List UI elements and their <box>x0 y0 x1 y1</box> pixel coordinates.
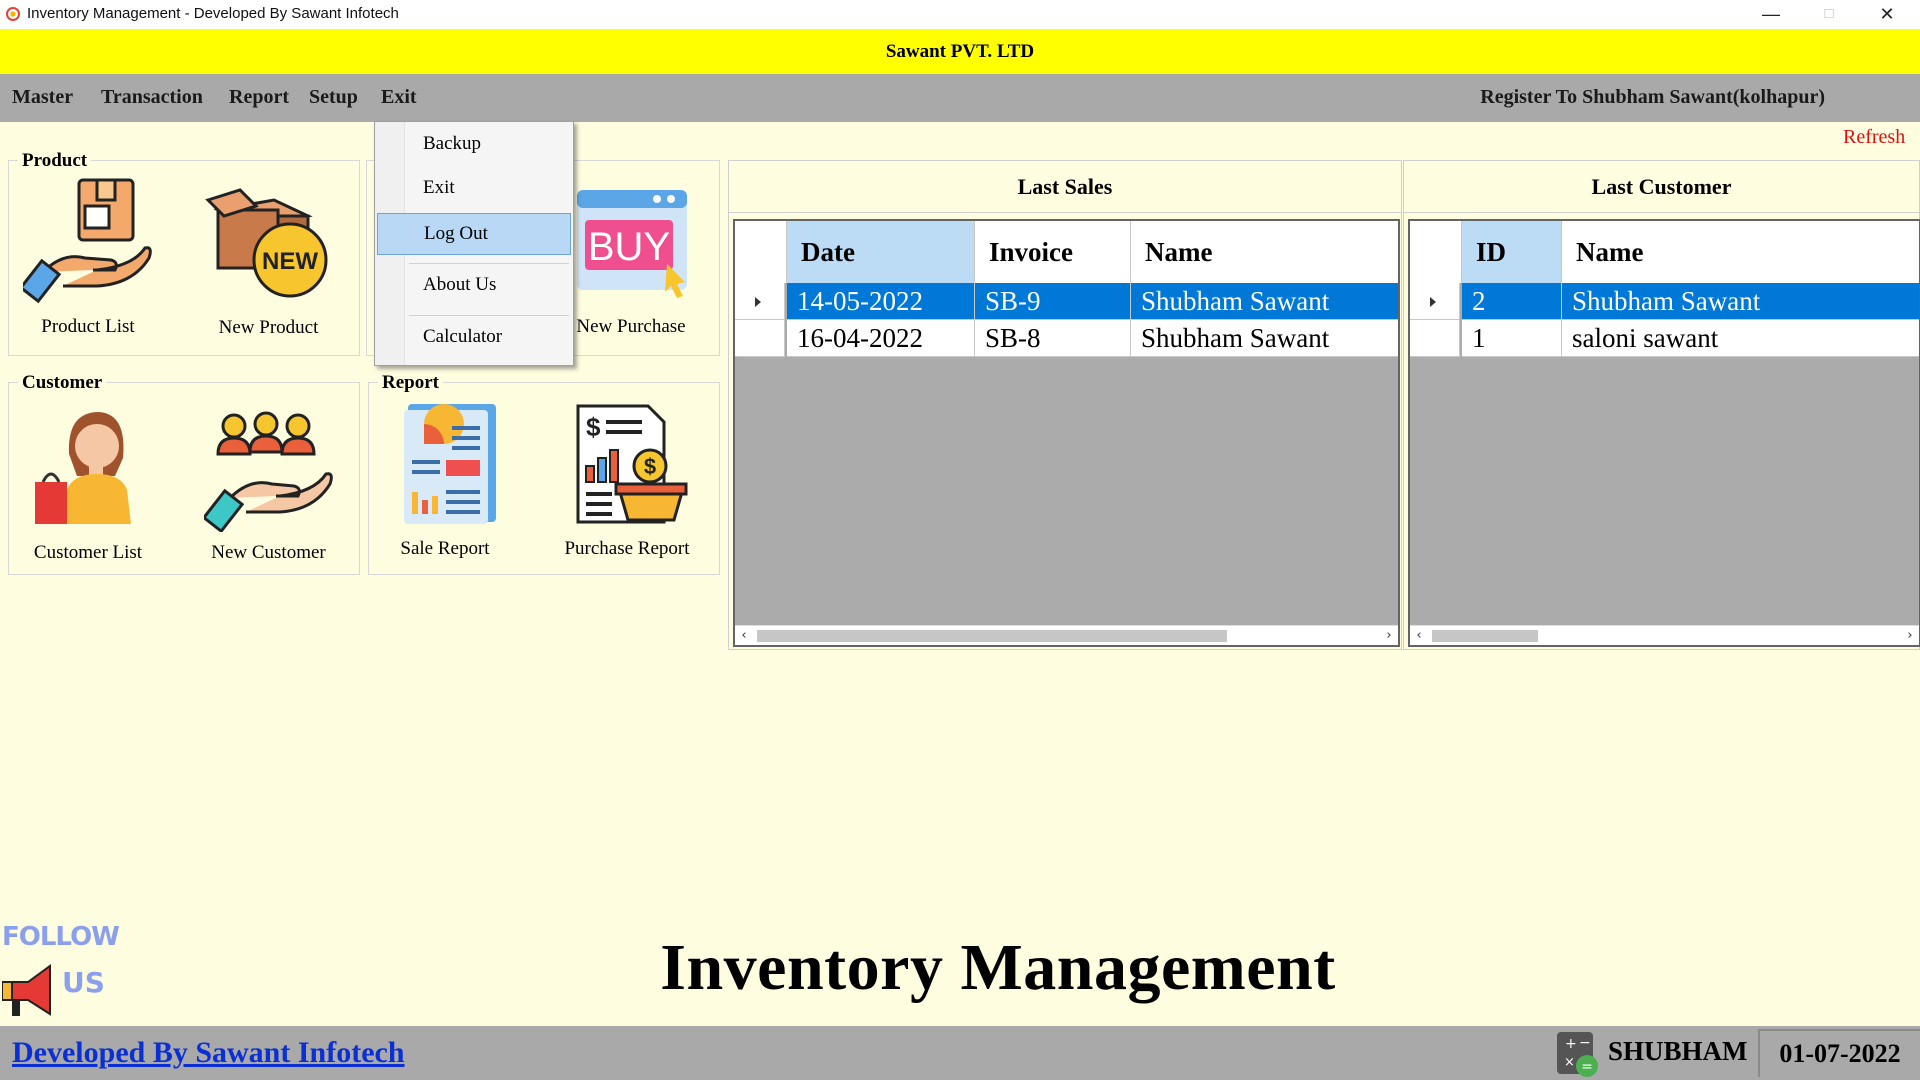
buy-icon: BUY <box>577 190 687 298</box>
customer-list-tile[interactable]: Customer List <box>18 400 158 565</box>
svg-text:BUY: BUY <box>588 225 670 269</box>
scroll-thumb[interactable] <box>757 630 1227 642</box>
report-group-title: Report <box>378 372 443 394</box>
status-bar: Developed By Sawant Infotech + − × = SHU… <box>0 1026 1920 1080</box>
cell-date: 16-04-2022 <box>787 320 975 357</box>
row-pointer-icon <box>1430 297 1436 307</box>
last-customer-title: Last Customer <box>1404 161 1919 213</box>
cell-id: 2 <box>1462 283 1562 320</box>
exit-dropdown-menu: Backup Exit Log Out About Us Calculator <box>374 121 574 366</box>
new-product-tile[interactable]: NEW New Product <box>196 176 341 341</box>
last-sales-grid[interactable]: Date Invoice Name 14-05-2022 SB-9 Shubha… <box>733 219 1400 647</box>
menu-separator <box>409 263 569 264</box>
col-name[interactable]: Name <box>1131 221 1398 283</box>
current-user: SHUBHAM <box>1608 1036 1748 1066</box>
product-hand-icon <box>23 178 152 304</box>
app-title: Inventory Management <box>660 931 1336 1004</box>
menubar: Master Transaction Report Setup Exit Reg… <box>0 74 1920 122</box>
row-pointer-icon <box>755 297 761 307</box>
menu-report[interactable]: Report <box>229 86 289 109</box>
row-header-corner <box>735 221 787 283</box>
cell-invoice: SB-8 <box>975 320 1131 357</box>
customer-group-title: Customer <box>18 372 107 394</box>
menu-transaction[interactable]: Transaction <box>101 86 203 109</box>
sale-report-label: Sale Report <box>400 538 490 559</box>
cell-invoice: SB-9 <box>975 283 1131 320</box>
last-sales-panel: Last Sales Date Invoice Name 14-05-2022 … <box>728 160 1402 650</box>
last-sales-title: Last Sales <box>729 161 1401 213</box>
scroll-left-icon[interactable]: ‹ <box>1410 626 1428 645</box>
new-customer-tile[interactable]: New Customer <box>196 400 341 565</box>
col-date[interactable]: Date <box>787 221 975 283</box>
close-icon[interactable]: ✕ <box>1858 0 1916 29</box>
svg-text:×: × <box>1564 1055 1575 1070</box>
row-selector[interactable] <box>735 320 785 357</box>
maximize-icon[interactable]: □ <box>1800 0 1858 29</box>
customer-horizontal-scrollbar[interactable]: ‹ › <box>1410 625 1919 645</box>
new-customer-label: New Customer <box>211 542 326 563</box>
col-invoice[interactable]: Invoice <box>975 221 1131 283</box>
svg-text:NEW: NEW <box>262 248 318 275</box>
row-selector[interactable] <box>1410 283 1460 320</box>
minimize-icon[interactable]: — <box>1742 0 1800 29</box>
svg-text:+: + <box>1565 1036 1577 1052</box>
new-purchase-tile[interactable]: BUY New Purchase <box>566 180 696 342</box>
svg-text:$: $ <box>586 412 601 442</box>
sale-report-icon <box>404 404 496 524</box>
scroll-left-icon[interactable]: ‹ <box>735 626 753 645</box>
register-text: Register To Shubham Sawant(kolhapur) <box>1480 86 1825 108</box>
sale-report-tile[interactable]: Sale Report <box>380 400 510 565</box>
menu-item-exit[interactable]: Exit <box>377 168 571 210</box>
row-selector[interactable] <box>1410 320 1460 357</box>
menu-item-logout[interactable]: Log Out <box>377 213 571 255</box>
new-product-box-icon: NEW <box>205 188 328 298</box>
svg-text:$: $ <box>644 454 656 479</box>
cell-name: Shubham Sawant <box>1131 283 1398 320</box>
col-id[interactable]: ID <box>1462 221 1562 283</box>
menu-separator <box>409 315 569 316</box>
window-title: Inventory Management - Developed By Sawa… <box>27 5 399 22</box>
scroll-right-icon[interactable]: › <box>1901 626 1919 645</box>
menu-item-calculator[interactable]: Calculator <box>377 317 571 359</box>
menu-item-about-us[interactable]: About Us <box>377 265 571 307</box>
scroll-right-icon[interactable]: › <box>1380 626 1398 645</box>
last-customer-grid[interactable]: ID Name 2 Shubham Sawant 1 saloni sawant… <box>1408 219 1920 647</box>
purchase-report-icon: $ $ <box>576 404 688 524</box>
menu-setup[interactable]: Setup <box>309 86 358 109</box>
app-icon <box>6 7 20 21</box>
product-list-tile[interactable]: Product List <box>18 176 158 341</box>
cell-date: 14-05-2022 <box>787 283 975 320</box>
new-purchase-label: New Purchase <box>576 316 686 337</box>
new-customer-hand-icon <box>204 411 333 532</box>
row-header-corner <box>1410 221 1462 283</box>
refresh-link[interactable]: Refresh <box>1843 126 1905 149</box>
svg-text:−: − <box>1579 1035 1591 1051</box>
developer-link[interactable]: Developed By Sawant Infotech <box>12 1036 405 1070</box>
window-titlebar: Inventory Management - Developed By Sawa… <box>0 0 1920 29</box>
col-name[interactable]: Name <box>1562 221 1919 283</box>
cell-id: 1 <box>1462 320 1562 357</box>
scroll-thumb[interactable] <box>1432 630 1538 642</box>
product-list-label: Product List <box>41 316 135 337</box>
new-product-label: New Product <box>218 317 319 338</box>
purchase-report-label: Purchase Report <box>564 538 690 559</box>
current-date: 01-07-2022 <box>1758 1029 1920 1077</box>
menu-exit[interactable]: Exit <box>381 86 417 109</box>
row-selector[interactable] <box>735 283 785 320</box>
company-banner: Sawant PVT. LTD <box>0 29 1920 74</box>
calculator-icon[interactable]: + − × = <box>1555 1030 1599 1078</box>
sales-horizontal-scrollbar[interactable]: ‹ › <box>735 625 1398 645</box>
purchase-report-tile[interactable]: $ $ Purchase Report <box>552 400 702 565</box>
product-group-title: Product <box>18 150 92 172</box>
customer-list-label: Customer List <box>33 542 143 563</box>
last-customer-panel: Last Customer ID Name 2 Shubham Sawant 1… <box>1403 160 1920 650</box>
menu-master[interactable]: Master <box>12 86 73 109</box>
cell-name: saloni sawant <box>1562 320 1919 357</box>
menu-item-backup[interactable]: Backup <box>377 124 571 166</box>
svg-text:=: = <box>1581 1059 1593 1075</box>
customer-woman-icon <box>35 412 131 524</box>
cell-name: Shubham Sawant <box>1562 283 1919 320</box>
cell-name: Shubham Sawant <box>1131 320 1398 357</box>
